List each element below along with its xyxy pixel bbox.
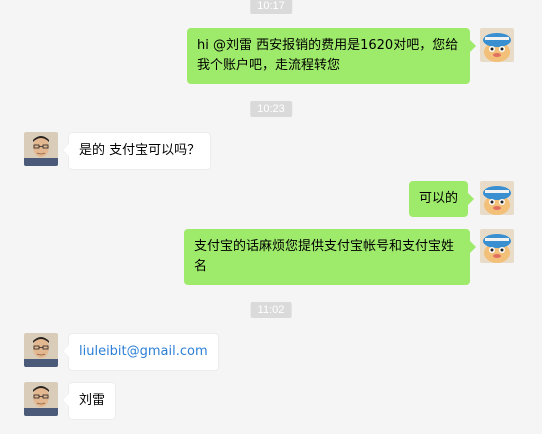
man-with-glasses-avatar-icon[interactable] bbox=[24, 132, 58, 166]
cartoon-character-avatar-icon[interactable] bbox=[480, 28, 514, 62]
cartoon-character-avatar-icon[interactable] bbox=[480, 229, 514, 263]
their-message-bubble[interactable]: liuleibit@gmail.com bbox=[62, 333, 219, 371]
man-with-glasses-avatar-icon[interactable] bbox=[24, 382, 58, 416]
their-message-bubble[interactable]: 是的 支付宝可以吗？ bbox=[61, 132, 212, 170]
my-message-bubble[interactable]: hi @刘雷 西安报销的费用是1620对吧，您给我个账户吧，走流程转您 bbox=[187, 28, 476, 84]
man-with-glasses-avatar-icon[interactable] bbox=[24, 333, 58, 367]
timestamp: 11:02 bbox=[250, 302, 292, 318]
their-message-bubble[interactable]: 刘雷 bbox=[61, 382, 117, 420]
my-message-bubble[interactable]: 支付宝的话麻烦您提供支付宝帐号和支付宝姓名 bbox=[184, 229, 476, 285]
my-message-bubble[interactable]: 可以的 bbox=[409, 181, 475, 217]
timestamp: 10:23 bbox=[250, 101, 292, 117]
cartoon-character-avatar-icon[interactable] bbox=[480, 181, 514, 215]
chat-history[interactable]: 10:17 hi @刘雷 西安报销的费用是1620对吧，您给我个账户吧，走流程转… bbox=[0, 0, 542, 434]
email-link[interactable]: liuleibit@gmail.com bbox=[79, 344, 208, 359]
timestamp: 10:17 bbox=[250, 0, 292, 14]
